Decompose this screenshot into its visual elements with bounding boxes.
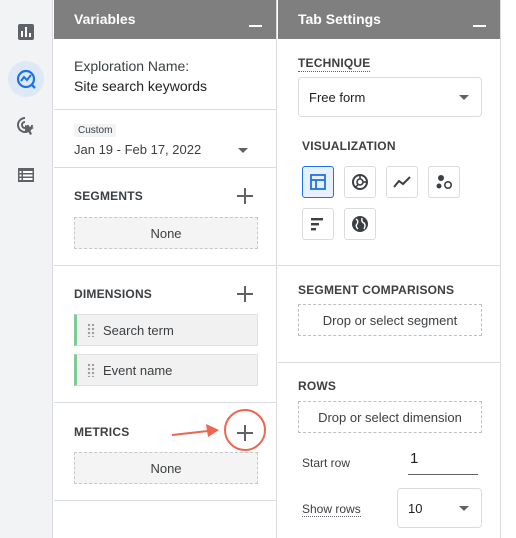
annotation-arrow-head-icon xyxy=(206,424,219,437)
annotation-overlay xyxy=(171,409,266,451)
exploration-editor: Variables Exploration Name: Site search … xyxy=(0,0,516,538)
annotation-arrow-line xyxy=(171,430,209,436)
annotation-highlight-circle xyxy=(224,409,266,451)
